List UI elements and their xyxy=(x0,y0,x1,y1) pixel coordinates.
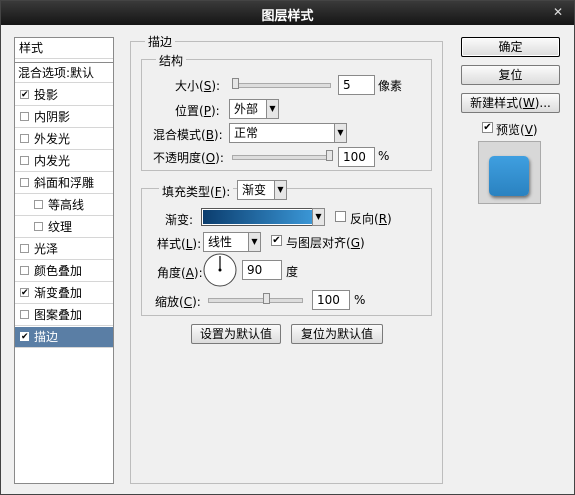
gradient-overlay-checkbox[interactable]: ✔ xyxy=(20,288,29,298)
dialog-title: 图层样式 xyxy=(261,9,314,24)
preview-label: 预览(V) xyxy=(496,123,538,137)
fill-type-label: 填充类型(F): xyxy=(159,183,234,200)
inner-shadow-checkbox[interactable] xyxy=(20,112,29,121)
size-slider-thumb[interactable] xyxy=(232,78,239,89)
style-list: 样式 混合选项:默认 ✔ 投影 内阴影 外发光 内发光 斜面和浮雕 等高线 纹理 … xyxy=(14,37,114,484)
opacity-input[interactable]: 100 xyxy=(338,147,375,167)
layer-style-dialog: 图层样式 ✕ 样式 混合选项:默认 ✔ 投影 内阴影 外发光 内发光 斜面和浮雕 … xyxy=(0,0,575,495)
close-icon[interactable]: ✕ xyxy=(550,4,566,20)
size-input[interactable]: 5 xyxy=(338,75,375,95)
opacity-label: 不透明度(O): xyxy=(153,151,224,165)
scale-slider-thumb[interactable] xyxy=(263,293,270,304)
align-with-layer-label: 与图层对齐(G) xyxy=(286,236,365,250)
stroke-section-title: 描边 xyxy=(145,33,176,50)
drop-shadow-checkbox[interactable]: ✔ xyxy=(20,90,29,100)
gradient-label: 渐变: xyxy=(165,213,194,227)
sidebar-item-color-overlay[interactable]: 颜色叠加 xyxy=(15,261,113,282)
sidebar-item-bevel-emboss[interactable]: 斜面和浮雕 xyxy=(15,173,113,194)
reset-default-button[interactable]: 复位为默认值 xyxy=(291,324,383,344)
angle-input[interactable]: 90 xyxy=(242,260,282,280)
sidebar-item-gradient-overlay[interactable]: ✔ 渐变叠加 xyxy=(15,283,113,304)
sidebar-item-blending-options[interactable]: 混合选项:默认 xyxy=(15,62,113,83)
sidebar-item-inner-glow[interactable]: 内发光 xyxy=(15,151,113,172)
position-dropdown-icon[interactable]: ▼ xyxy=(266,99,279,119)
pattern-overlay-checkbox[interactable] xyxy=(20,310,29,319)
structure-title: 结构 xyxy=(156,52,187,69)
stroke-checkbox[interactable]: ✔ xyxy=(20,332,29,342)
ok-button[interactable]: 确定 xyxy=(461,37,560,57)
size-slider-track[interactable] xyxy=(232,83,331,88)
sidebar-item-stroke[interactable]: ✔ 描边 xyxy=(15,327,113,348)
sidebar-item-inner-shadow[interactable]: 内阴影 xyxy=(15,107,113,128)
gradient-swatch[interactable] xyxy=(203,210,323,224)
style-label: 样式(L): xyxy=(157,237,202,251)
size-label: 大小(S): xyxy=(175,79,221,93)
gradient-picker[interactable] xyxy=(201,208,325,226)
scale-input[interactable]: 100 xyxy=(312,290,350,310)
color-overlay-checkbox[interactable] xyxy=(20,266,29,275)
title-bar: 图层样式 ✕ xyxy=(1,1,574,25)
scale-label: 缩放(C): xyxy=(155,295,201,309)
scale-slider-track[interactable] xyxy=(208,298,303,303)
texture-checkbox[interactable] xyxy=(34,222,43,231)
position-label: 位置(P): xyxy=(175,104,220,118)
bevel-emboss-checkbox[interactable] xyxy=(20,178,29,187)
angle-dial-icon[interactable] xyxy=(203,253,237,287)
sidebar-item-drop-shadow[interactable]: ✔ 投影 xyxy=(15,85,113,106)
angle-unit: 度 xyxy=(286,265,299,279)
style-preview xyxy=(478,141,541,204)
sidebar-item-texture[interactable]: 纹理 xyxy=(15,217,113,238)
outer-glow-checkbox[interactable] xyxy=(20,134,29,143)
reverse-label: 反向(R) xyxy=(350,212,392,226)
sidebar-item-contour[interactable]: 等高线 xyxy=(15,195,113,216)
size-unit: 像素 xyxy=(378,79,403,93)
style-select[interactable]: 线性 xyxy=(203,232,249,252)
preview-checkbox[interactable]: ✔ xyxy=(482,122,493,133)
fill-type-select[interactable]: 渐变 xyxy=(237,180,275,200)
new-style-button[interactable]: 新建样式(W)... xyxy=(461,93,560,113)
preview-swatch xyxy=(489,156,529,196)
sidebar-item-outer-glow[interactable]: 外发光 xyxy=(15,129,113,150)
angle-label: 角度(A): xyxy=(157,266,203,280)
set-default-button[interactable]: 设置为默认值 xyxy=(191,324,281,344)
gradient-dropdown-icon[interactable]: ▼ xyxy=(312,208,325,226)
sidebar-item-pattern-overlay[interactable]: 图案叠加 xyxy=(15,305,113,326)
sidebar-item-styles[interactable]: 样式 xyxy=(15,38,113,59)
inner-glow-checkbox[interactable] xyxy=(20,156,29,165)
reset-button[interactable]: 复位 xyxy=(461,65,560,85)
opacity-slider-thumb[interactable] xyxy=(326,150,333,161)
satin-checkbox[interactable] xyxy=(20,244,29,253)
blend-mode-select[interactable]: 正常 xyxy=(229,123,335,143)
opacity-unit: % xyxy=(378,149,390,163)
contour-checkbox[interactable] xyxy=(34,200,43,209)
blend-mode-label: 混合模式(B): xyxy=(153,128,223,142)
position-select[interactable]: 外部 xyxy=(229,99,267,119)
fill-type-dropdown-icon[interactable]: ▼ xyxy=(274,180,287,200)
opacity-slider-track[interactable] xyxy=(232,155,331,160)
blend-mode-dropdown-icon[interactable]: ▼ xyxy=(334,123,347,143)
scale-unit: % xyxy=(354,293,366,307)
sidebar-item-satin[interactable]: 光泽 xyxy=(15,239,113,260)
style-dropdown-icon[interactable]: ▼ xyxy=(248,232,261,252)
align-with-layer-checkbox[interactable]: ✔ xyxy=(271,235,282,246)
reverse-checkbox[interactable] xyxy=(335,211,346,222)
